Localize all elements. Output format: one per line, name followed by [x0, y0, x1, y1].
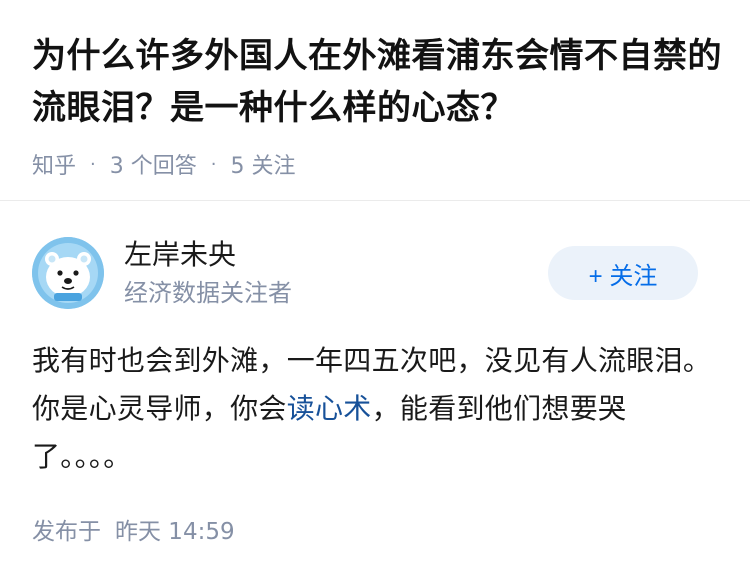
avatar[interactable] — [32, 237, 104, 309]
follow-button[interactable]: + 关注 — [548, 246, 698, 300]
answer-content: 我有时也会到外滩，一年四五次吧，没见有人流眼泪。 你是心灵导师，你会读心术，能看… — [32, 337, 722, 481]
inline-link[interactable]: 读心术 — [287, 392, 372, 425]
author-bio: 经济数据关注者 — [124, 279, 292, 307]
question-header: 为什么许多外国人在外滩看浦东会情不自禁的流眼泪？是一种什么样的心态？ 知乎 · … — [0, 0, 750, 200]
question-title[interactable]: 为什么许多外国人在外滩看浦东会情不自禁的流眼泪？是一种什么样的心态？ — [32, 30, 732, 134]
publish-label: 发布于 — [32, 519, 101, 545]
answer-count[interactable]: 3 个回答 — [110, 148, 197, 180]
answer-card: 左岸未央 经济数据关注者 + 关注 我有时也会到外滩，一年四五次吧，没见有人流眼… — [0, 201, 750, 586]
question-meta: 知乎 · 3 个回答 · 5 关注 — [32, 148, 718, 180]
polar-bear-avatar-icon — [32, 237, 104, 309]
source-label[interactable]: 知乎 — [32, 148, 76, 180]
author-name[interactable]: 左岸未央 — [124, 237, 236, 273]
separator-dot: · — [90, 153, 96, 175]
follower-count[interactable]: 5 关注 — [230, 148, 295, 180]
follow-button-label: + 关注 — [588, 262, 658, 290]
publish-info: 发布于 昨天 14:59 — [32, 517, 235, 547]
separator-dot: · — [210, 153, 217, 175]
publish-time: 昨天 14:59 — [115, 519, 235, 545]
